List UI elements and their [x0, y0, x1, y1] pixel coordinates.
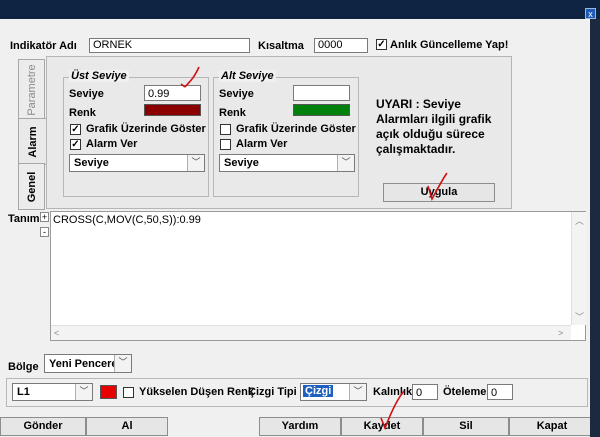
checkmark-annotation-icon [427, 172, 448, 202]
checkmark-annotation-icon [380, 390, 405, 431]
annotation-layer [180, 66, 448, 431]
checkmark-annotation-icon [180, 66, 200, 88]
